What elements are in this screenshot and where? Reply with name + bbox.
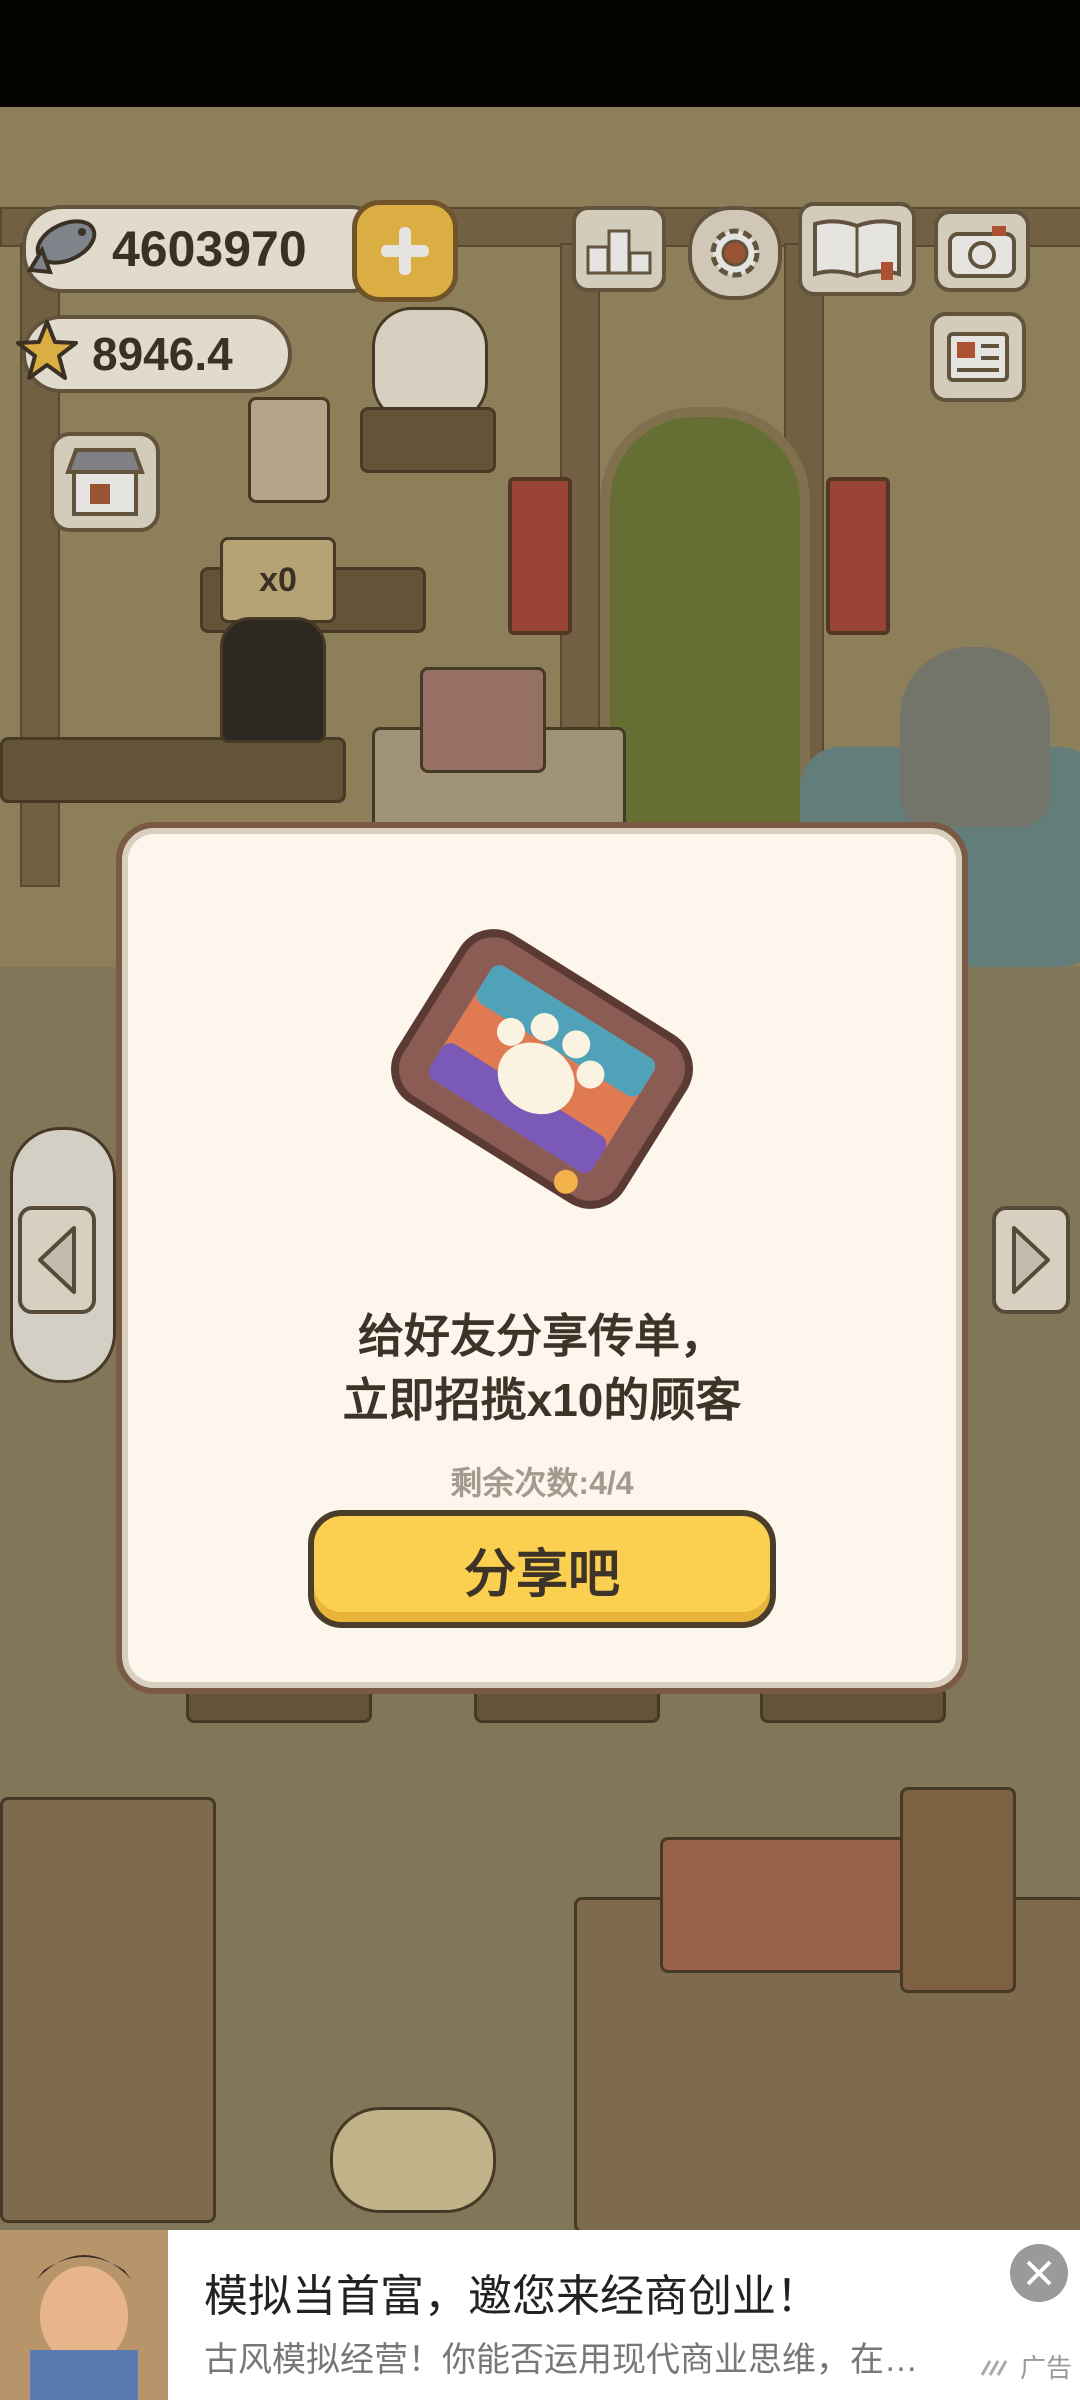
ad-thumbnail[interactable] bbox=[0, 2230, 168, 2400]
share-button[interactable]: 分享吧 bbox=[308, 1510, 776, 1628]
ad-character-image bbox=[0, 2230, 168, 2400]
dialog-text-line1: 给好友分享传单， bbox=[358, 1310, 726, 1362]
ad-subtitle: 古风模拟经营！你能否运用现代商业思维，在当下开创一番事业 bbox=[204, 2341, 924, 2379]
ad-close-button[interactable] bbox=[1010, 2244, 1068, 2302]
ad-banner[interactable]: 模拟当首富，邀您来经商创业！ 古风模拟经营！你能否运用现代商业思维，在当下开创一… bbox=[0, 2230, 1080, 2400]
flyer-paw-icon bbox=[391, 929, 693, 1209]
dialog-text-line2: 立即招揽x10的顾客 bbox=[342, 1374, 742, 1426]
share-flyer-dialog: 给好友分享传单， 立即招揽x10的顾客 剩余次数:4/4 分享吧 bbox=[116, 822, 968, 1694]
close-icon bbox=[1026, 2260, 1052, 2286]
ad-title: 模拟当首富，邀您来经商创业！ bbox=[204, 2272, 820, 2321]
remaining-count: 剩余次数:4/4 bbox=[450, 1465, 634, 1501]
ad-label: 广告 bbox=[980, 2348, 1072, 2385]
ad-network-icon bbox=[980, 2359, 1008, 2376]
ad-label-text: 广告 bbox=[1020, 2353, 1073, 2383]
